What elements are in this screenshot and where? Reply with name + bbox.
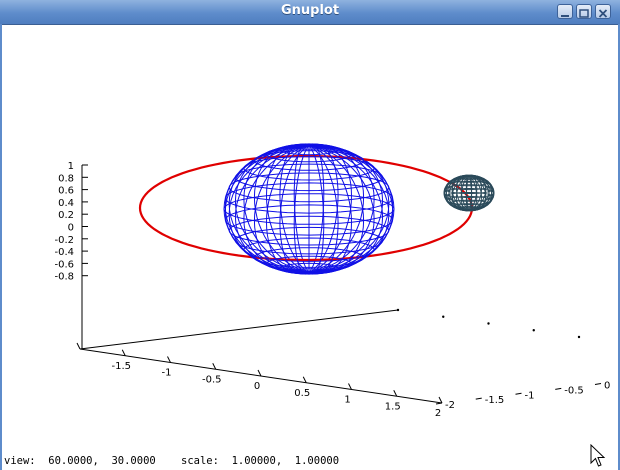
x-tick-label: -1.5	[111, 361, 131, 372]
mouse-pointer-icon	[590, 444, 606, 467]
maximize-button[interactable]	[576, 4, 592, 19]
z-tick-label: -0.4	[54, 247, 74, 258]
y-tick-mark	[515, 392, 522, 395]
y-tick-label: -1.5	[485, 395, 505, 406]
x-tick-mark	[167, 356, 171, 363]
plot-canvas[interactable]: -1.5-1-0.500.511.52 -2-1.5-1-0.500.511.5…	[2, 25, 618, 455]
orbit-circle	[138, 154, 474, 262]
y-tick-mark	[435, 402, 443, 405]
x-tick-label: 1.5	[385, 401, 401, 412]
x-tick-mark	[121, 349, 126, 356]
z-tick-label: 0.6	[58, 186, 74, 197]
window-title: Gnuplot	[280, 3, 340, 18]
x-back-tick-mark	[487, 322, 490, 325]
z-tick-label: 0.4	[58, 198, 74, 209]
z-tick-label: -0.6	[54, 259, 74, 270]
y-tick-mark	[555, 387, 562, 390]
x-tick-mark	[76, 342, 81, 350]
z-tick-label: 0.2	[58, 210, 74, 221]
z-tick-label: -0.2	[54, 235, 74, 246]
minimize-icon	[561, 15, 569, 17]
minimize-button[interactable]	[557, 4, 573, 19]
close-button[interactable]	[595, 4, 611, 19]
x-tick-label: 1	[344, 395, 350, 406]
x-tick-label: -0.5	[202, 374, 222, 385]
x-back-tick-mark	[442, 315, 445, 318]
y-axis-ticks: -2-1.5-1-0.500.511.52	[396, 308, 610, 411]
z-tick-label: 1	[68, 161, 74, 172]
z-tick-label: 0	[68, 223, 74, 234]
z-axis-ticks: 10.8 0.60.40.2 0-0.2-0.4-0.6 -0.8	[54, 161, 88, 283]
x-tick-label: 2	[435, 408, 441, 419]
close-icon	[598, 9, 608, 18]
y-tick-label: 0	[604, 381, 610, 392]
x-tick-mark	[393, 390, 398, 397]
x-tick-mark	[348, 383, 352, 390]
x-tick-mark	[212, 363, 217, 370]
x-tick-label: 0.5	[294, 388, 310, 399]
x-tick-label: 0	[254, 381, 260, 392]
x-tick-mark	[302, 376, 307, 383]
x-tick-label: -1	[162, 368, 172, 379]
y-tick-label: -0.5	[564, 385, 584, 396]
planet-mesh-front	[223, 143, 395, 275]
title-bar[interactable]: Gnuplot	[0, 0, 620, 25]
status-bar: view: 60.0000, 30.0000 scale: 1.00000, 1…	[4, 455, 340, 467]
y-tick-label: -2	[445, 400, 455, 411]
z-tick-label: -0.8	[54, 272, 74, 283]
z-tick-label: 0.8	[58, 173, 74, 184]
x-back-tick-mark	[577, 335, 581, 339]
axes	[79, 165, 443, 404]
y-axis-line	[79, 309, 399, 350]
y-tick-mark	[475, 397, 482, 400]
y-tick-label: -1	[525, 390, 535, 401]
maximize-icon	[579, 9, 589, 18]
x-tick-mark	[438, 396, 443, 404]
moon-mesh	[443, 174, 495, 212]
orbit-path	[138, 154, 474, 262]
x-back-tick-mark	[396, 308, 400, 312]
y-tick-mark	[594, 383, 602, 385]
x-back-tick-mark	[532, 329, 535, 332]
x-axis-ticks: -1.5 -1 -0.5 0 0.5 1 1.5 2	[76, 342, 443, 419]
x-tick-mark	[257, 369, 262, 377]
